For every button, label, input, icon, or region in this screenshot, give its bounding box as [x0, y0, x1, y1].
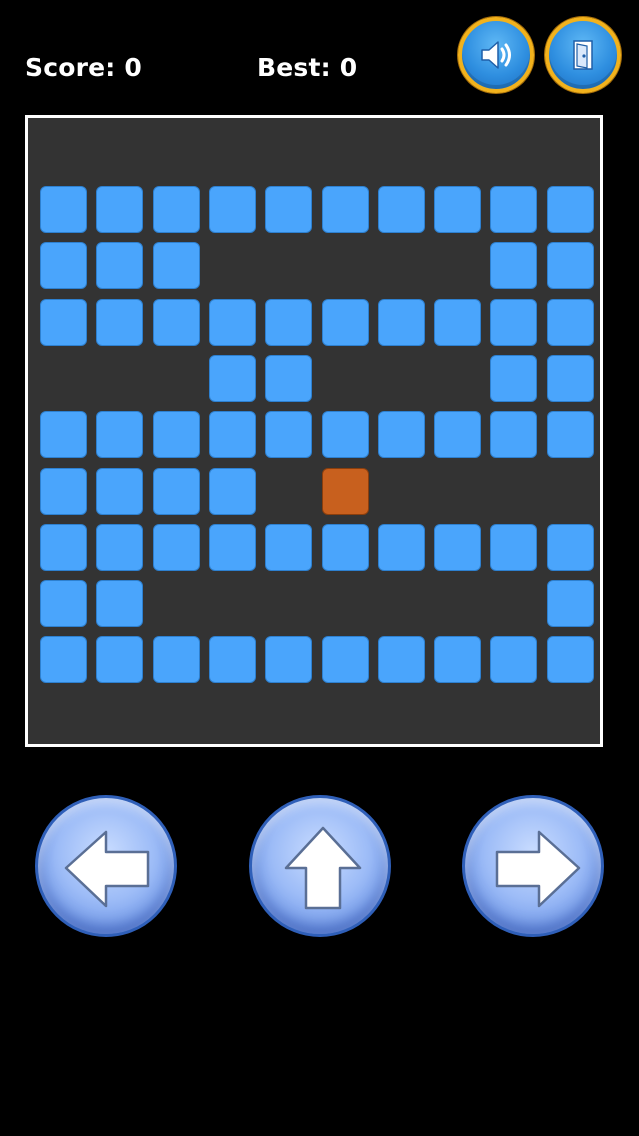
grid-block — [40, 580, 87, 627]
grid-block — [378, 524, 425, 571]
grid-block — [490, 242, 537, 289]
grid-block — [153, 468, 200, 515]
grid-block — [209, 411, 256, 458]
grid-block — [96, 299, 143, 346]
best-score-label: Best: 0 — [257, 53, 358, 82]
player-block — [322, 468, 369, 515]
grid-block — [209, 524, 256, 571]
grid-block — [265, 636, 312, 683]
grid-block — [96, 186, 143, 233]
grid-block — [434, 186, 481, 233]
grid-block — [490, 636, 537, 683]
grid-block — [490, 524, 537, 571]
move-left-button[interactable] — [35, 795, 177, 937]
grid-block — [490, 186, 537, 233]
grid-block — [40, 468, 87, 515]
grid-block — [434, 411, 481, 458]
move-up-button[interactable] — [249, 795, 391, 937]
grid-block — [153, 242, 200, 289]
arrow-right-icon — [495, 830, 581, 908]
grid-block — [547, 411, 594, 458]
grid-block — [96, 468, 143, 515]
grid-block — [96, 524, 143, 571]
grid-block — [322, 411, 369, 458]
speaker-icon — [481, 41, 511, 69]
grid-block — [153, 186, 200, 233]
grid-block — [153, 411, 200, 458]
grid-block — [40, 636, 87, 683]
grid-block — [96, 636, 143, 683]
grid-block — [209, 468, 256, 515]
grid-block — [153, 524, 200, 571]
door-icon — [573, 40, 593, 70]
grid-block — [40, 186, 87, 233]
grid-block — [265, 411, 312, 458]
grid-block — [434, 299, 481, 346]
move-right-button[interactable] — [462, 795, 604, 937]
grid-block — [322, 524, 369, 571]
exit-button[interactable] — [545, 17, 621, 93]
arrow-left-icon — [64, 830, 150, 908]
grid-block — [209, 299, 256, 346]
grid-block — [209, 186, 256, 233]
grid-block — [547, 355, 594, 402]
grid-block — [322, 186, 369, 233]
grid-block — [40, 411, 87, 458]
grid-block — [265, 186, 312, 233]
grid-block — [265, 299, 312, 346]
grid-block — [547, 186, 594, 233]
grid-block — [434, 524, 481, 571]
grid-block — [209, 355, 256, 402]
grid-block — [378, 411, 425, 458]
grid-block — [490, 355, 537, 402]
grid-block — [490, 411, 537, 458]
grid-block — [322, 636, 369, 683]
grid-block — [209, 636, 256, 683]
grid-block — [547, 636, 594, 683]
grid-block — [547, 299, 594, 346]
grid-block — [547, 242, 594, 289]
grid-block — [434, 636, 481, 683]
grid-block — [547, 580, 594, 627]
score-label: Score: 0 — [25, 53, 142, 82]
grid-block — [265, 355, 312, 402]
grid-block — [547, 524, 594, 571]
grid-block — [96, 580, 143, 627]
grid-block — [40, 524, 87, 571]
arrow-up-icon — [284, 826, 362, 910]
grid-block — [490, 299, 537, 346]
game-board — [25, 115, 603, 747]
grid-block — [153, 299, 200, 346]
grid-block — [378, 636, 425, 683]
grid-block — [322, 299, 369, 346]
grid-block — [96, 411, 143, 458]
grid-block — [378, 299, 425, 346]
grid-block — [265, 524, 312, 571]
sound-button[interactable] — [458, 17, 534, 93]
grid-block — [96, 242, 143, 289]
grid-block — [40, 242, 87, 289]
grid-block — [153, 636, 200, 683]
grid-block — [378, 186, 425, 233]
grid-block — [40, 299, 87, 346]
